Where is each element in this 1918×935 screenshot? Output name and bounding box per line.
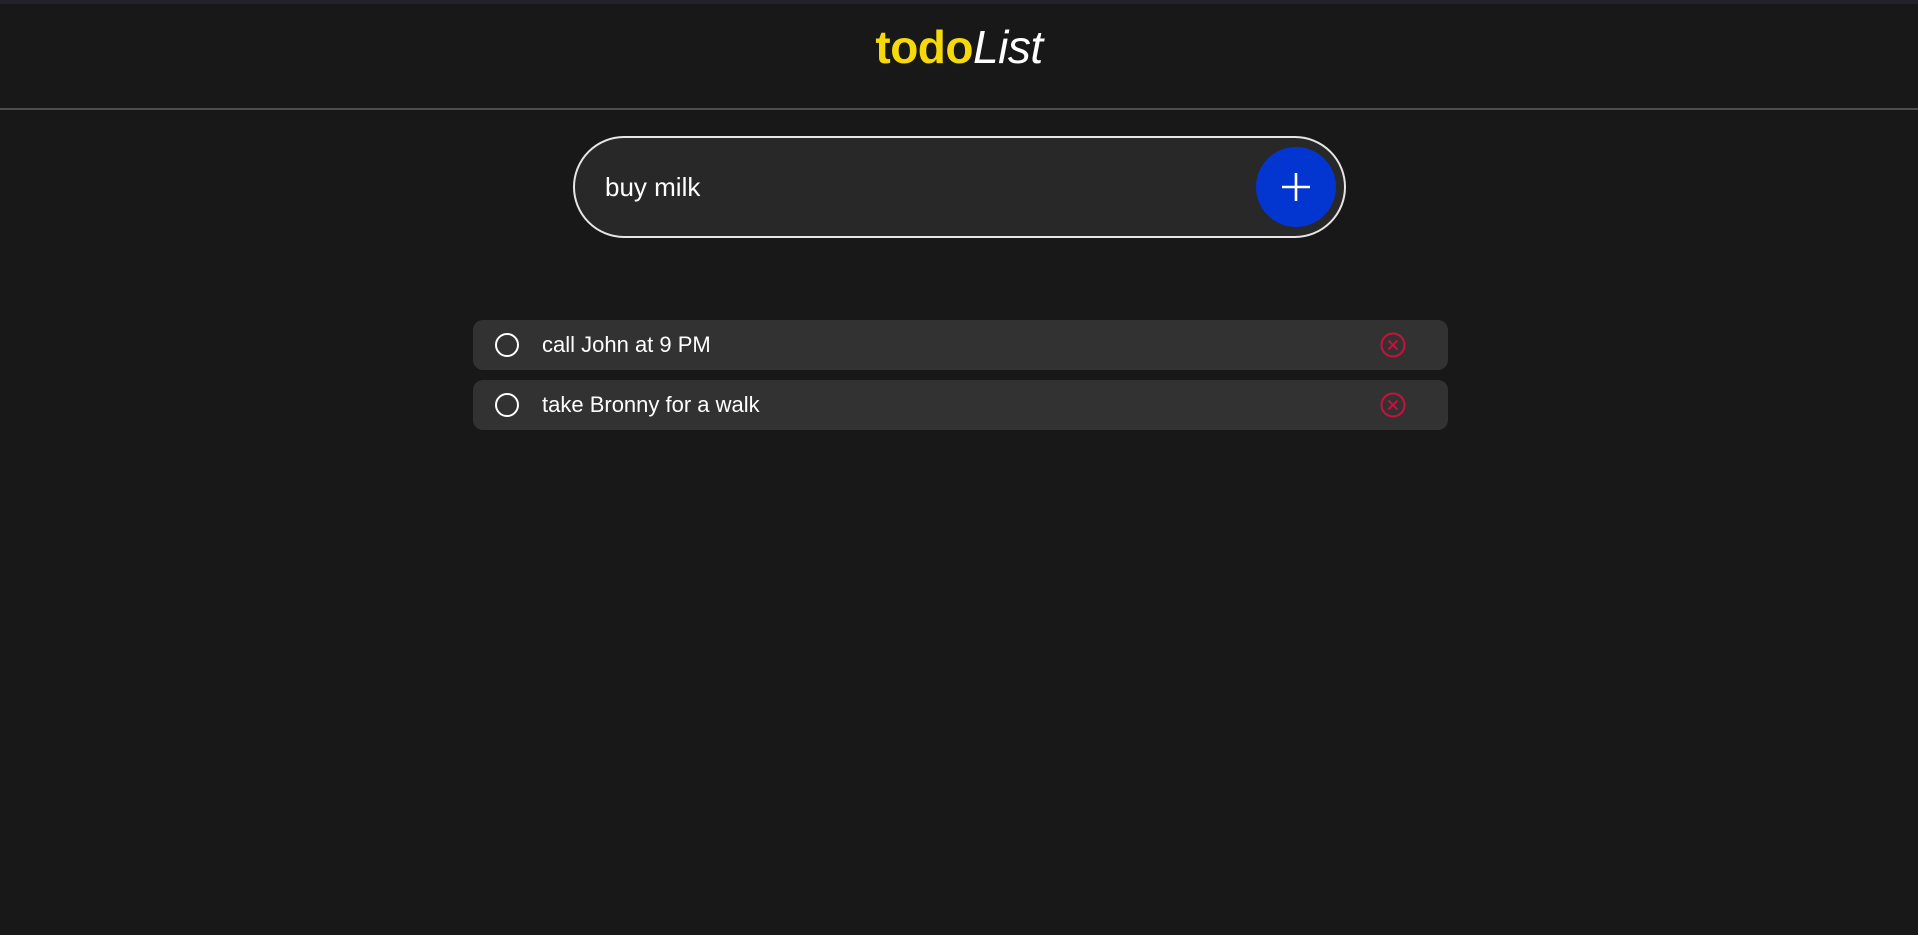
add-task-button[interactable]: [1256, 147, 1336, 227]
app-header: todoList: [0, 4, 1918, 110]
delete-task-button[interactable]: [1379, 331, 1407, 359]
complete-toggle-circle-icon[interactable]: [495, 333, 519, 357]
app-title-todo: todo: [875, 21, 974, 73]
todo-item: take Bronny for a walk: [473, 380, 1448, 430]
close-circle-icon: [1380, 392, 1406, 418]
app-title-list: List: [973, 21, 1043, 73]
todo-item-text: take Bronny for a walk: [542, 392, 760, 417]
plus-icon: [1282, 173, 1310, 201]
new-task-input[interactable]: [605, 138, 1245, 236]
new-task-form: [573, 136, 1346, 238]
close-circle-icon: [1380, 332, 1406, 358]
todo-item-text: call John at 9 PM: [542, 332, 711, 357]
delete-task-button[interactable]: [1379, 391, 1407, 419]
todo-list: call John at 9 PM take Bronny for a walk: [473, 320, 1448, 440]
complete-toggle-circle-icon[interactable]: [495, 393, 519, 417]
app-title: todoList: [875, 21, 1043, 73]
todo-item: call John at 9 PM: [473, 320, 1448, 370]
